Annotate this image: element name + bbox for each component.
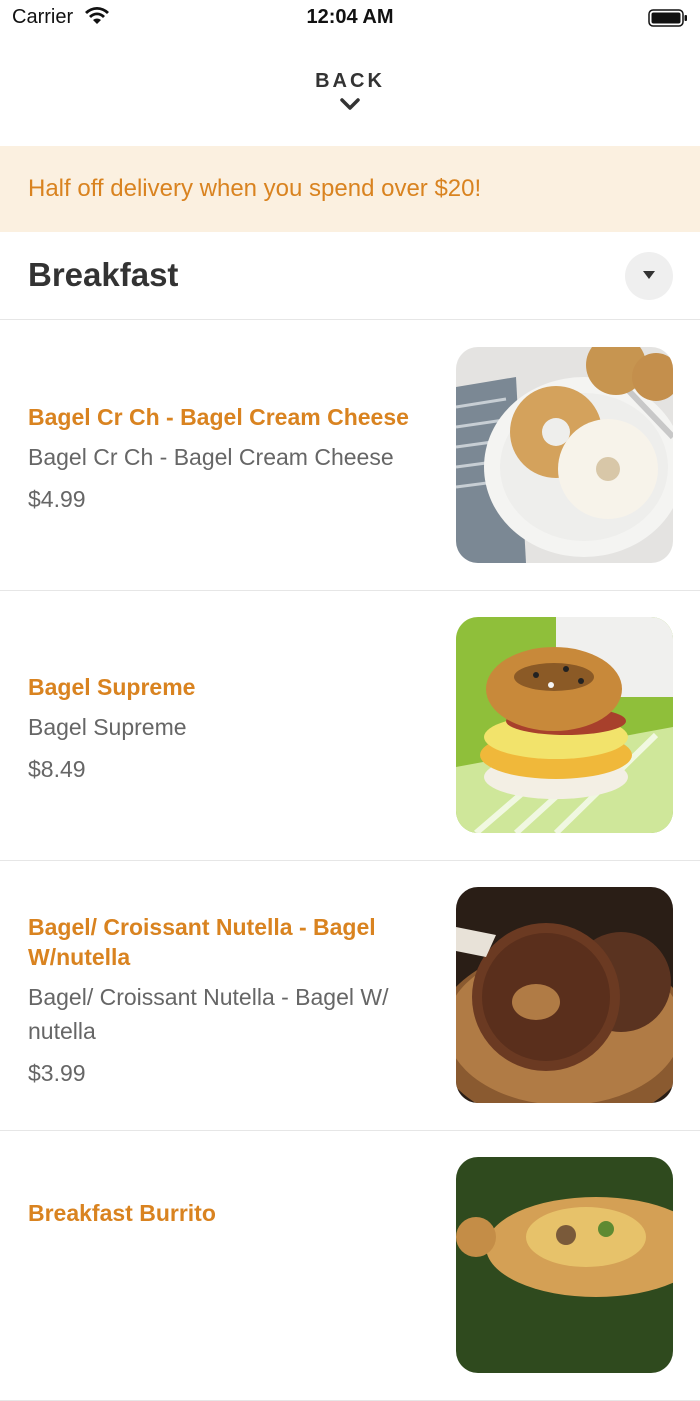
item-image — [456, 617, 673, 833]
item-image — [456, 347, 673, 563]
promo-banner: Half off delivery when you spend over $2… — [0, 146, 700, 232]
item-price: $4.99 — [28, 486, 86, 512]
item-name: Breakfast Burrito — [28, 1200, 216, 1226]
menu-item[interactable]: Breakfast Burrito — [0, 1130, 700, 1401]
caret-down-icon — [643, 271, 655, 279]
item-name: Bagel Supreme — [28, 674, 196, 700]
menu-item[interactable]: Bagel Supreme Bagel Supreme $8.49 — [0, 590, 700, 861]
item-price: $8.49 — [28, 756, 86, 782]
back-button[interactable]: BACK — [0, 70, 700, 111]
item-description: Bagel Supreme — [28, 714, 187, 740]
item-image — [456, 887, 673, 1103]
category-title: Breakfast — [28, 256, 179, 293]
chevron-down-icon — [340, 98, 360, 110]
menu-item[interactable]: Bagel/ Croissant Nutella - Bagel W/nutel… — [0, 860, 700, 1131]
item-price: $3.99 — [28, 1060, 86, 1086]
back-label: BACK — [315, 70, 385, 92]
battery-icon — [648, 8, 688, 33]
item-name: Bagel/ Croissant Nutella - Bagel W/nutel… — [28, 914, 376, 970]
item-image — [456, 1157, 673, 1373]
status-time: 12:04 AM — [306, 6, 394, 28]
item-description: Bagel/ Croissant Nutella - Bagel W/ nute… — [28, 984, 389, 1044]
menu-item[interactable]: Bagel Cr Ch - Bagel Cream Cheese Bagel C… — [0, 320, 700, 591]
category-dropdown-button[interactable] — [625, 252, 673, 300]
status-bar: Carrier 12:04 AM — [0, 0, 700, 36]
promo-text: Half off delivery when you spend over $2… — [28, 175, 482, 202]
item-name: Bagel Cr Ch - Bagel Cream Cheese — [28, 404, 409, 430]
item-description: Bagel Cr Ch - Bagel Cream Cheese — [28, 444, 394, 470]
category-header: Breakfast — [0, 232, 700, 320]
